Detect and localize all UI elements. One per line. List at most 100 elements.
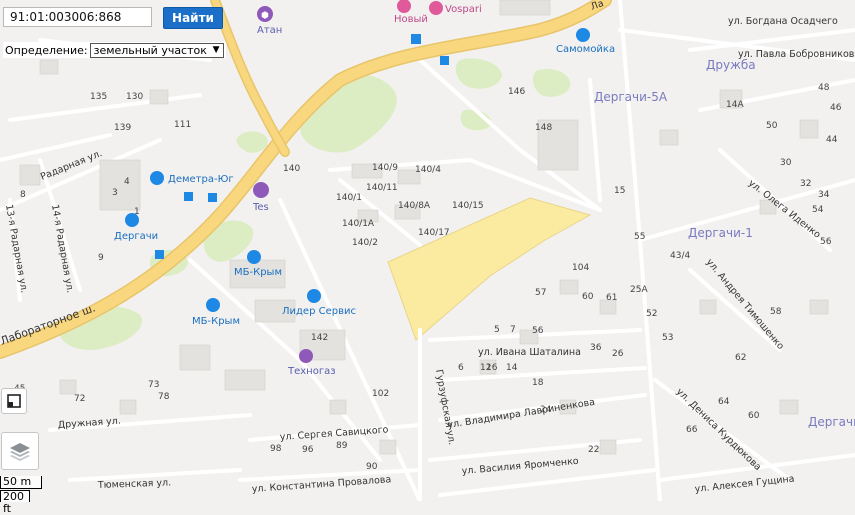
fullscreen-icon: [7, 394, 21, 408]
poi-label: Атан: [257, 25, 282, 36]
map-label: 146: [508, 87, 525, 97]
car-service-icon: [247, 250, 261, 264]
scale-metric: 50 m: [0, 476, 42, 489]
district-label: Дергачи-1: [688, 226, 753, 240]
cadastral-search-input[interactable]: [3, 7, 152, 27]
bus-stop-icon: [155, 250, 164, 259]
bus-stop-icon: [208, 193, 217, 202]
map-label: 60: [748, 411, 760, 421]
map-label: 140/1А: [342, 219, 375, 229]
map-canvas[interactable]: Дружба Дергачи-5А Дергачи-1 Дергачи ул. …: [0, 0, 855, 501]
map-label: 5: [494, 325, 500, 335]
car-service-icon: [307, 289, 321, 303]
map-label: 62: [735, 353, 746, 363]
poi-label: Tes: [252, 202, 269, 213]
car-service-icon: [125, 213, 139, 227]
map-label: 140/11: [366, 183, 398, 193]
map-label: 98: [270, 444, 282, 454]
map-label: 46: [830, 103, 842, 113]
scale-bar: 50 m 200 ft: [0, 476, 42, 515]
map-label: 140/17: [418, 228, 450, 238]
fullscreen-button[interactable]: [1, 388, 27, 414]
map-label: 16: [486, 363, 498, 373]
map-label: 7: [510, 325, 516, 335]
poi-label: Деметра-Юг: [168, 174, 234, 185]
map-label: 43/4: [670, 251, 690, 261]
map-label: 142: [311, 333, 328, 343]
map-label: 22: [588, 445, 599, 455]
map-label: 139: [114, 123, 131, 133]
map-label: 73: [148, 380, 159, 390]
map-label: 140/4: [415, 165, 441, 175]
map-label: 102: [372, 389, 389, 399]
carwash-icon: [576, 28, 590, 42]
map-label: 140/1: [336, 193, 362, 203]
map-label: 6: [458, 363, 464, 373]
map-label: 140/15: [452, 201, 484, 211]
map-label: ⬢: [261, 11, 269, 21]
map-label: 89: [336, 441, 348, 451]
map-label: 50: [766, 121, 778, 131]
map-label: 96: [302, 445, 314, 455]
map-label: 111: [174, 120, 191, 130]
map-label: 57: [535, 288, 546, 298]
car-service-icon: [206, 298, 220, 312]
definition-selected-value: земельный участок: [93, 43, 207, 57]
map-label: 14: [506, 363, 518, 373]
map-label: 52: [646, 309, 657, 319]
map-label: 3: [112, 188, 118, 198]
map-label: 60: [582, 292, 594, 302]
map-label: ул. Ивана Шаталина: [478, 347, 581, 358]
map-label: 130: [126, 92, 143, 102]
map-label: 78: [158, 392, 170, 402]
map-label: 9: [98, 253, 104, 263]
poi-vospari[interactable]: Vospari: [429, 1, 482, 15]
poi-label: МБ-Крым: [234, 267, 282, 278]
layers-button[interactable]: [1, 432, 39, 470]
district-label: Дружба: [706, 58, 756, 72]
map-label: ул. Богдана Осадчего: [728, 16, 838, 27]
map-label: 148: [535, 123, 552, 133]
find-button[interactable]: Найти: [163, 7, 223, 29]
map-label: 104: [572, 263, 589, 273]
poi-label: МБ-Крым: [192, 316, 240, 327]
map-label: 25А: [630, 285, 648, 295]
map-label: 26: [612, 349, 624, 359]
map-label: 140/9: [372, 163, 398, 173]
poi-label: Самомойка: [556, 44, 615, 55]
map-label: 56: [532, 326, 544, 336]
map-label: 44: [826, 135, 838, 145]
map-label: 90: [366, 462, 378, 472]
map-label: 140/8А: [398, 201, 431, 211]
map-label: 58: [770, 307, 782, 317]
map-label: 15: [614, 186, 625, 196]
map-label: 30: [780, 158, 792, 168]
map-label: 14А: [726, 100, 744, 110]
bus-stop-icon: [440, 56, 449, 65]
layers-icon: [10, 443, 30, 461]
definition-select[interactable]: земельный участок ▼: [89, 42, 224, 58]
map-label: ул. Павла Бобровникова: [738, 49, 855, 60]
gas-icon: [299, 349, 313, 363]
map-label: 34: [818, 190, 830, 200]
map-label: 66: [686, 425, 698, 435]
map-label: 48: [818, 83, 830, 93]
map-label: 56: [820, 237, 832, 247]
map-label: 55: [634, 232, 645, 242]
poi-label: Лидер Сервис: [282, 306, 356, 317]
map-label: 36: [590, 343, 602, 353]
map-label: 8: [20, 190, 26, 200]
map-label: 32: [800, 179, 811, 189]
map-label: 18: [532, 378, 544, 388]
map-label: 53: [662, 333, 673, 343]
map-label: 135: [90, 92, 107, 102]
map-label: 24: [540, 405, 552, 415]
bag-icon: [429, 1, 443, 15]
map-label: 54: [812, 205, 824, 215]
definition-label: Определение:: [5, 43, 88, 57]
chevron-down-icon: ▼: [212, 45, 220, 55]
poi-label: Новый: [394, 14, 428, 25]
scale-imperial: 200 ft: [0, 490, 30, 515]
shop-icon: [150, 171, 164, 185]
district-label: Дергачи: [808, 415, 855, 429]
